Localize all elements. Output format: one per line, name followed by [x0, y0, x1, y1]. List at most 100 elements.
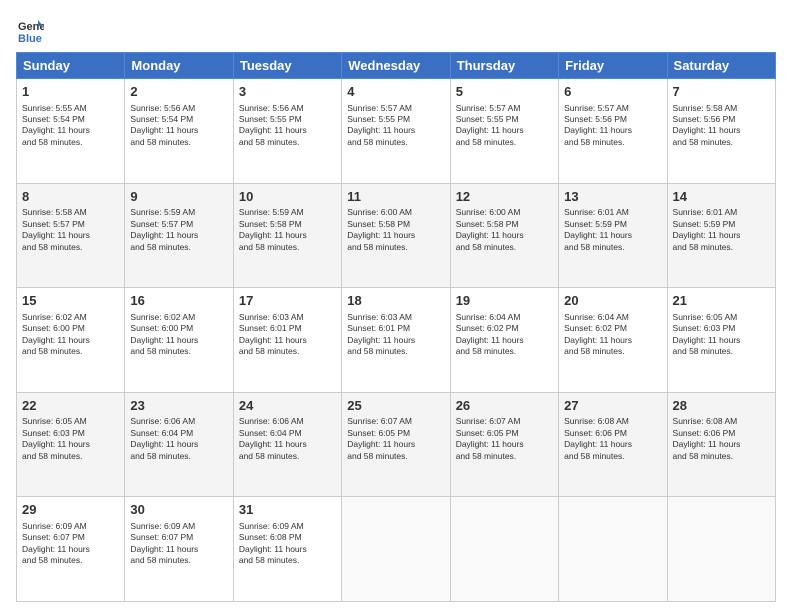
daylight-minutes: and 58 minutes.: [456, 451, 516, 461]
calendar-cell: 26 Sunrise: 6:07 AM Sunset: 6:05 PM Dayl…: [450, 392, 558, 497]
calendar-cell: 27 Sunrise: 6:08 AM Sunset: 6:06 PM Dayl…: [559, 392, 667, 497]
sunset-label: Sunset: 5:55 PM: [239, 114, 302, 124]
logo: General Blue: [16, 16, 48, 44]
day-number: 9: [130, 188, 227, 206]
calendar-cell: [667, 497, 775, 602]
daylight-minutes: and 58 minutes.: [22, 242, 82, 252]
sunset-label: Sunset: 5:57 PM: [22, 219, 85, 229]
daylight-label: Daylight: 11 hours: [239, 335, 307, 345]
day-header-wednesday: Wednesday: [342, 53, 450, 79]
calendar-cell: [559, 497, 667, 602]
calendar-cell: [342, 497, 450, 602]
daylight-minutes: and 58 minutes.: [22, 451, 82, 461]
day-number: 13: [564, 188, 661, 206]
sunrise-label: Sunrise: 6:09 AM: [239, 521, 304, 531]
sunrise-label: Sunrise: 5:59 AM: [239, 207, 304, 217]
calendar-cell: 29 Sunrise: 6:09 AM Sunset: 6:07 PM Dayl…: [17, 497, 125, 602]
sunset-label: Sunset: 6:03 PM: [673, 323, 736, 333]
sunrise-label: Sunrise: 5:55 AM: [22, 103, 87, 113]
sunset-label: Sunset: 6:04 PM: [130, 428, 193, 438]
sunrise-label: Sunrise: 6:06 AM: [130, 416, 195, 426]
calendar-table: SundayMondayTuesdayWednesdayThursdayFrid…: [16, 52, 776, 602]
daylight-minutes: and 58 minutes.: [456, 346, 516, 356]
sunset-label: Sunset: 6:04 PM: [239, 428, 302, 438]
calendar-cell: 4 Sunrise: 5:57 AM Sunset: 5:55 PM Dayli…: [342, 79, 450, 184]
day-header-monday: Monday: [125, 53, 233, 79]
daylight-minutes: and 58 minutes.: [564, 451, 624, 461]
sunset-label: Sunset: 6:07 PM: [22, 532, 85, 542]
sunset-label: Sunset: 6:00 PM: [130, 323, 193, 333]
sunrise-label: Sunrise: 6:08 AM: [673, 416, 738, 426]
daylight-label: Daylight: 11 hours: [130, 439, 198, 449]
calendar-cell: 20 Sunrise: 6:04 AM Sunset: 6:02 PM Dayl…: [559, 288, 667, 393]
daylight-minutes: and 58 minutes.: [347, 242, 407, 252]
sunset-label: Sunset: 6:01 PM: [347, 323, 410, 333]
sunset-label: Sunset: 5:56 PM: [673, 114, 736, 124]
calendar-cell: 13 Sunrise: 6:01 AM Sunset: 5:59 PM Dayl…: [559, 183, 667, 288]
daylight-minutes: and 58 minutes.: [673, 242, 733, 252]
calendar-cell: 1 Sunrise: 5:55 AM Sunset: 5:54 PM Dayli…: [17, 79, 125, 184]
calendar-cell: 11 Sunrise: 6:00 AM Sunset: 5:58 PM Dayl…: [342, 183, 450, 288]
daylight-minutes: and 58 minutes.: [347, 346, 407, 356]
daylight-label: Daylight: 11 hours: [456, 439, 524, 449]
day-number: 25: [347, 397, 444, 415]
calendar-week-row: 8 Sunrise: 5:58 AM Sunset: 5:57 PM Dayli…: [17, 183, 776, 288]
daylight-label: Daylight: 11 hours: [564, 230, 632, 240]
sunrise-label: Sunrise: 6:07 AM: [347, 416, 412, 426]
logo-icon: General Blue: [16, 16, 44, 44]
daylight-minutes: and 58 minutes.: [239, 137, 299, 147]
calendar-cell: 30 Sunrise: 6:09 AM Sunset: 6:07 PM Dayl…: [125, 497, 233, 602]
daylight-minutes: and 58 minutes.: [456, 242, 516, 252]
sunrise-label: Sunrise: 5:56 AM: [239, 103, 304, 113]
daylight-minutes: and 58 minutes.: [130, 451, 190, 461]
daylight-minutes: and 58 minutes.: [239, 242, 299, 252]
svg-text:Blue: Blue: [18, 33, 42, 44]
daylight-minutes: and 58 minutes.: [673, 137, 733, 147]
sunset-label: Sunset: 6:07 PM: [130, 532, 193, 542]
day-number: 1: [22, 83, 119, 101]
sunrise-label: Sunrise: 6:04 AM: [456, 312, 521, 322]
sunrise-label: Sunrise: 6:05 AM: [22, 416, 87, 426]
daylight-minutes: and 58 minutes.: [673, 451, 733, 461]
daylight-label: Daylight: 11 hours: [239, 230, 307, 240]
sunset-label: Sunset: 5:59 PM: [673, 219, 736, 229]
daylight-minutes: and 58 minutes.: [564, 346, 624, 356]
calendar-cell: 18 Sunrise: 6:03 AM Sunset: 6:01 PM Dayl…: [342, 288, 450, 393]
daylight-label: Daylight: 11 hours: [456, 125, 524, 135]
sunset-label: Sunset: 5:54 PM: [130, 114, 193, 124]
daylight-minutes: and 58 minutes.: [130, 242, 190, 252]
sunrise-label: Sunrise: 5:58 AM: [673, 103, 738, 113]
daylight-minutes: and 58 minutes.: [347, 137, 407, 147]
calendar-cell: 12 Sunrise: 6:00 AM Sunset: 5:58 PM Dayl…: [450, 183, 558, 288]
sunrise-label: Sunrise: 6:08 AM: [564, 416, 629, 426]
calendar-cell: 24 Sunrise: 6:06 AM Sunset: 6:04 PM Dayl…: [233, 392, 341, 497]
sunset-label: Sunset: 6:08 PM: [239, 532, 302, 542]
day-number: 19: [456, 292, 553, 310]
day-number: 21: [673, 292, 770, 310]
daylight-minutes: and 58 minutes.: [130, 137, 190, 147]
calendar-cell: 23 Sunrise: 6:06 AM Sunset: 6:04 PM Dayl…: [125, 392, 233, 497]
calendar-cell: 28 Sunrise: 6:08 AM Sunset: 6:06 PM Dayl…: [667, 392, 775, 497]
sunrise-label: Sunrise: 6:09 AM: [130, 521, 195, 531]
daylight-minutes: and 58 minutes.: [130, 346, 190, 356]
day-number: 23: [130, 397, 227, 415]
day-number: 11: [347, 188, 444, 206]
daylight-label: Daylight: 11 hours: [564, 439, 632, 449]
sunset-label: Sunset: 6:05 PM: [347, 428, 410, 438]
sunrise-label: Sunrise: 6:01 AM: [564, 207, 629, 217]
calendar-cell: 21 Sunrise: 6:05 AM Sunset: 6:03 PM Dayl…: [667, 288, 775, 393]
sunrise-label: Sunrise: 5:57 AM: [564, 103, 629, 113]
calendar-cell: 15 Sunrise: 6:02 AM Sunset: 6:00 PM Dayl…: [17, 288, 125, 393]
daylight-minutes: and 58 minutes.: [130, 555, 190, 565]
sunrise-label: Sunrise: 5:58 AM: [22, 207, 87, 217]
daylight-label: Daylight: 11 hours: [673, 230, 741, 240]
daylight-minutes: and 58 minutes.: [564, 242, 624, 252]
sunset-label: Sunset: 6:02 PM: [564, 323, 627, 333]
sunrise-label: Sunrise: 5:56 AM: [130, 103, 195, 113]
day-number: 12: [456, 188, 553, 206]
day-header-thursday: Thursday: [450, 53, 558, 79]
calendar-cell: 14 Sunrise: 6:01 AM Sunset: 5:59 PM Dayl…: [667, 183, 775, 288]
sunrise-label: Sunrise: 6:00 AM: [347, 207, 412, 217]
day-number: 29: [22, 501, 119, 519]
daylight-label: Daylight: 11 hours: [22, 544, 90, 554]
